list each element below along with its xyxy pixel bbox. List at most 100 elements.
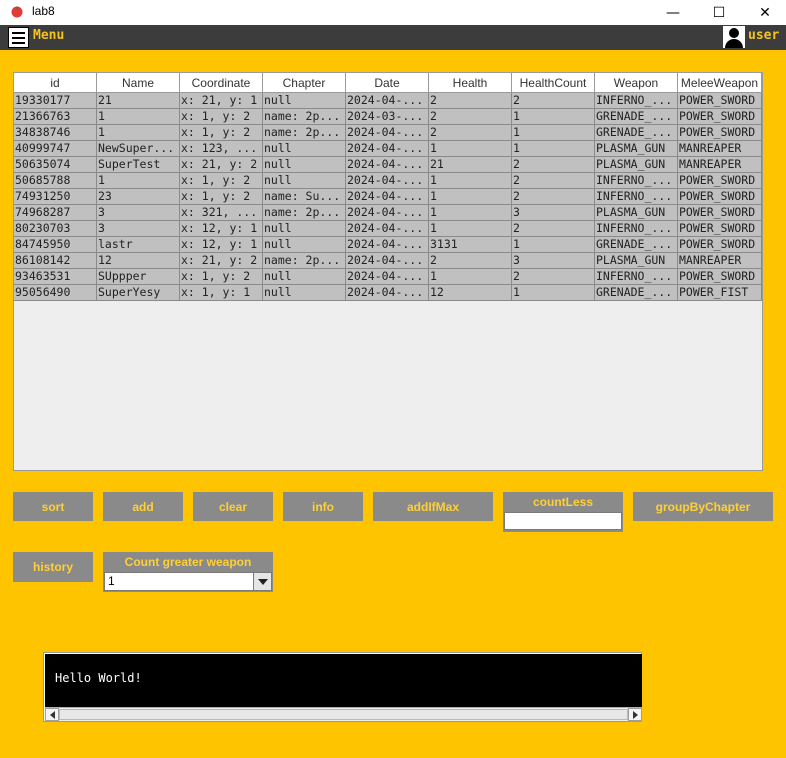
table-cell-coordinate[interactable]: x: 1, y: 2 (180, 173, 263, 189)
table-cell-chapter[interactable]: null (263, 141, 346, 157)
table-cell-id[interactable]: 19330177 (14, 93, 97, 109)
table-cell-name[interactable]: 1 (97, 109, 180, 125)
table-cell-coordinate[interactable]: x: 12, y: 1 (180, 237, 263, 253)
table-cell-chapter[interactable]: null (263, 269, 346, 285)
table-cell-coordinate[interactable]: x: 21, y: 2 (180, 253, 263, 269)
table-cell-healthcount[interactable]: 2 (512, 189, 595, 205)
table-cell-date[interactable]: 2024-04-... (346, 269, 429, 285)
table-cell-health[interactable]: 3131 (429, 237, 512, 253)
add-button[interactable]: add (103, 492, 183, 521)
table-cell-name[interactable]: 21 (97, 93, 180, 109)
data-table[interactable]: id Name Coordinate Chapter Date Health H… (13, 72, 763, 471)
table-cell-id[interactable]: 80230703 (14, 221, 97, 237)
user-avatar-icon[interactable] (723, 26, 745, 48)
table-cell-meleeweapon[interactable]: MANREAPER (678, 253, 762, 269)
table-cell-chapter[interactable]: null (263, 221, 346, 237)
column-header-chapter[interactable]: Chapter (263, 73, 346, 93)
table-cell-healthcount[interactable]: 1 (512, 285, 595, 301)
table-cell-date[interactable]: 2024-04-... (346, 253, 429, 269)
table-cell-meleeweapon[interactable]: MANREAPER (678, 157, 762, 173)
table-cell-healthcount[interactable]: 1 (512, 109, 595, 125)
table-cell-date[interactable]: 2024-04-... (346, 125, 429, 141)
horizontal-scrollbar[interactable] (45, 707, 642, 721)
table-cell-name[interactable]: 1 (97, 125, 180, 141)
table-cell-id[interactable]: 74968287 (14, 205, 97, 221)
column-header-name[interactable]: Name (97, 73, 180, 93)
table-cell-health[interactable]: 1 (429, 189, 512, 205)
table-cell-chapter[interactable]: name: 2p... (263, 253, 346, 269)
column-header-date[interactable]: Date (346, 73, 429, 93)
table-cell-name[interactable]: SUppper (97, 269, 180, 285)
table-cell-health[interactable]: 2 (429, 93, 512, 109)
table-cell-health[interactable]: 12 (429, 285, 512, 301)
table-cell-weapon[interactable]: INFERNO_... (595, 269, 678, 285)
table-cell-weapon[interactable]: INFERNO_... (595, 189, 678, 205)
table-cell-meleeweapon[interactable]: POWER_SWORD (678, 221, 762, 237)
table-cell-id[interactable]: 74931250 (14, 189, 97, 205)
table-cell-chapter[interactable]: name: 2p... (263, 205, 346, 221)
table-cell-weapon[interactable]: INFERNO_... (595, 221, 678, 237)
table-row[interactable]: 19330177 21 x: 21, y: 1 null 2024-04-... 2 2 IN… (14, 93, 762, 109)
column-header-health[interactable]: Health (429, 73, 512, 93)
table-cell-weapon[interactable]: PLASMA_GUN (595, 141, 678, 157)
table-cell-weapon[interactable]: INFERNO_... (595, 93, 678, 109)
table-cell-coordinate[interactable]: x: 123, ... (180, 141, 263, 157)
table-cell-weapon[interactable]: GRENADE_... (595, 125, 678, 141)
table-cell-meleeweapon[interactable]: POWER_SWORD (678, 269, 762, 285)
table-cell-id[interactable]: 50635074 (14, 157, 97, 173)
table-row[interactable]: 34838746 1 x: 1, y: 2 name: 2p... 2024-04-..… (14, 125, 762, 141)
scroll-right-arrow-icon[interactable] (628, 708, 642, 721)
table-cell-chapter[interactable]: name: 2p... (263, 125, 346, 141)
count-less-button[interactable]: countLess (503, 495, 623, 509)
table-cell-weapon[interactable]: PLASMA_GUN (595, 253, 678, 269)
table-cell-healthcount[interactable]: 2 (512, 269, 595, 285)
table-cell-name[interactable]: SuperYesy (97, 285, 180, 301)
table-cell-date[interactable]: 2024-04-... (346, 141, 429, 157)
table-cell-meleeweapon[interactable]: POWER_SWORD (678, 237, 762, 253)
table-cell-id[interactable]: 95056490 (14, 285, 97, 301)
table-row[interactable]: 74931250 23 x: 1, y: 2 name: Su... 2024-04-.… (14, 189, 762, 205)
table-cell-healthcount[interactable]: 3 (512, 205, 595, 221)
table-cell-name[interactable]: 12 (97, 253, 180, 269)
table-cell-health[interactable]: 2 (429, 253, 512, 269)
table-cell-healthcount[interactable]: 3 (512, 253, 595, 269)
table-cell-meleeweapon[interactable]: POWER_FIST (678, 285, 762, 301)
table-cell-health[interactable]: 2 (429, 125, 512, 141)
table-cell-chapter[interactable]: null (263, 237, 346, 253)
table-cell-meleeweapon[interactable]: POWER_SWORD (678, 205, 762, 221)
table-cell-weapon[interactable]: INFERNO_... (595, 173, 678, 189)
table-cell-coordinate[interactable]: x: 12, y: 1 (180, 221, 263, 237)
table-cell-chapter[interactable]: null (263, 173, 346, 189)
table-cell-id[interactable]: 40999747 (14, 141, 97, 157)
table-cell-chapter[interactable]: null (263, 157, 346, 173)
table-cell-coordinate[interactable]: x: 1, y: 2 (180, 125, 263, 141)
table-cell-meleeweapon[interactable]: POWER_SWORD (678, 93, 762, 109)
table-cell-id[interactable]: 34838746 (14, 125, 97, 141)
hamburger-menu-icon[interactable] (8, 27, 29, 48)
table-cell-date[interactable]: 2024-04-... (346, 205, 429, 221)
user-label[interactable]: user (748, 28, 779, 43)
table-cell-id[interactable]: 93463531 (14, 269, 97, 285)
table-cell-meleeweapon[interactable]: MANREAPER (678, 141, 762, 157)
table-cell-coordinate[interactable]: x: 1, y: 2 (180, 269, 263, 285)
table-row[interactable]: 80230703 3 x: 12, y: 1 null 2024-04-... 1 2 INF… (14, 221, 762, 237)
add-if-max-button[interactable]: addIfMax (373, 492, 493, 521)
table-row[interactable]: 50635074 SuperTest x: 21, y: 2 null 2024-04-… (14, 157, 762, 173)
table-cell-healthcount[interactable]: 2 (512, 221, 595, 237)
table-cell-coordinate[interactable]: x: 21, y: 2 (180, 157, 263, 173)
table-cell-name[interactable]: 3 (97, 205, 180, 221)
table-cell-health[interactable]: 1 (429, 269, 512, 285)
table-cell-date[interactable]: 2024-04-... (346, 93, 429, 109)
table-cell-date[interactable]: 2024-04-... (346, 173, 429, 189)
table-cell-coordinate[interactable]: x: 1, y: 1 (180, 285, 263, 301)
table-cell-date[interactable]: 2024-04-... (346, 285, 429, 301)
table-cell-weapon[interactable]: GRENADE_... (595, 237, 678, 253)
table-cell-health[interactable]: 1 (429, 221, 512, 237)
table-cell-healthcount[interactable]: 2 (512, 173, 595, 189)
scrollbar-thumb[interactable] (59, 709, 628, 720)
sort-button[interactable]: sort (13, 492, 93, 521)
info-button[interactable]: info (283, 492, 363, 521)
table-cell-coordinate[interactable]: x: 21, y: 1 (180, 93, 263, 109)
table-row[interactable]: 95056490 SuperYesy x: 1, y: 1 null 2024-04-.… (14, 285, 762, 301)
table-row[interactable]: 40999747 NewSuper... x: 123, ... null 2024-0… (14, 141, 762, 157)
